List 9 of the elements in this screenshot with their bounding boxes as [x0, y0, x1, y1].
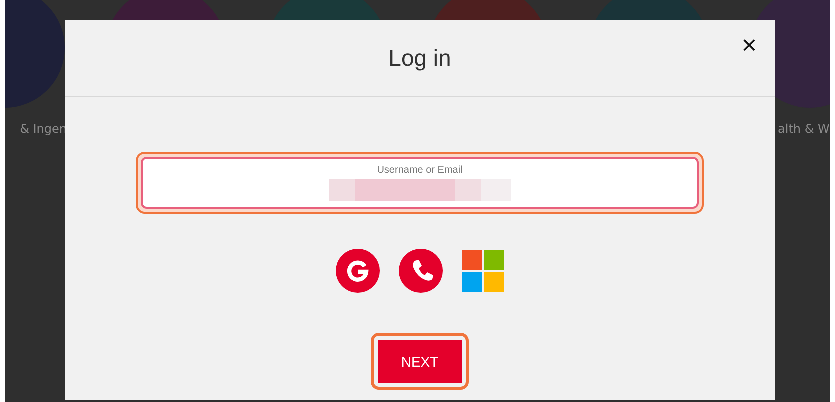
microsoft-icon[interactable] [462, 250, 504, 292]
field-label: Username or Email [377, 165, 463, 176]
username-field[interactable]: Username or Email [136, 152, 704, 214]
close-button[interactable]: × [738, 32, 761, 58]
phone-icon[interactable] [399, 249, 443, 293]
next-button[interactable]: NEXT [378, 340, 462, 383]
category-label: alth & W [778, 122, 830, 136]
google-icon[interactable] [336, 249, 380, 293]
dialog-title: Log in [388, 44, 452, 72]
